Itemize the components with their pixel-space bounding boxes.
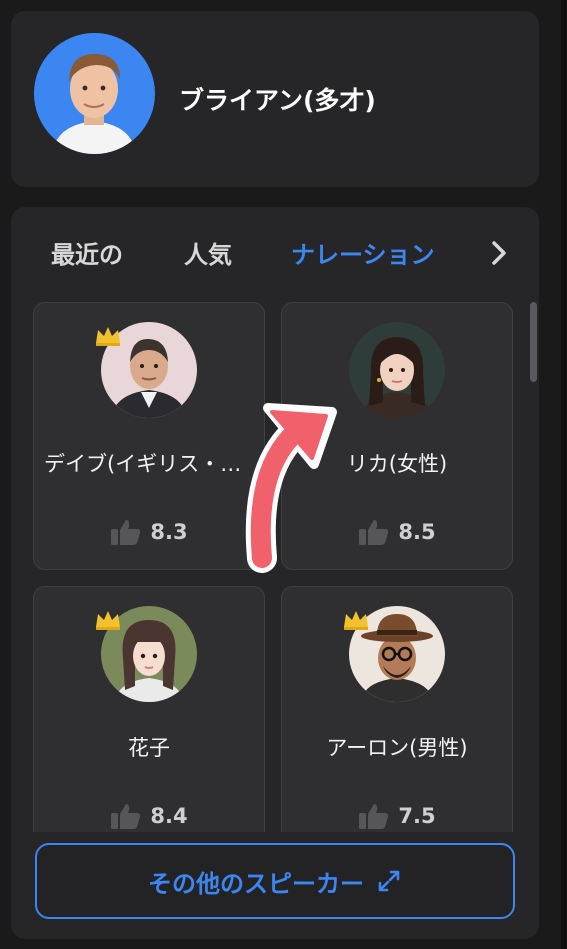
voice-panel: 最近の 人気 ナレーション デイブ(イギリス・エセ 8.3 リカ(女性) 8.5… [11,207,539,939]
selected-speaker-card[interactable]: ブライアン(多才) [11,11,539,187]
thumbs-up-icon [111,804,141,829]
voice-rating: 8.5 [282,518,512,546]
category-tabs: 最近の 人気 ナレーション [11,207,539,293]
voice-rating: 8.4 [34,802,264,830]
expand-icon [378,870,400,892]
thumbs-up-icon [111,520,141,545]
voice-rating: 8.3 [34,518,264,546]
voice-card-hanako[interactable]: 花子 8.4 [33,586,265,832]
voice-name: アーロン(男性) [326,736,468,760]
voice-card-aaron[interactable]: アーロン(男性) 7.5 [281,586,513,832]
chevron-right-icon[interactable] [487,239,511,267]
voice-grid: デイブ(イギリス・エセックス) 8.3 リカ(女性) [11,302,539,832]
voice-card-rika[interactable]: リカ(女性) 8.5 [281,302,513,570]
voice-card-dave[interactable]: デイブ(イギリス・エセックス) 8.3 [33,302,265,570]
young-woman-avatar [349,322,445,418]
rating-value: 8.5 [398,520,436,544]
rating-value: 8.4 [150,804,188,828]
tab-recent[interactable]: 最近の [51,235,123,270]
thumbs-up-icon [359,804,389,829]
window-edge [561,0,567,949]
more-speakers-label: その他のスピーカー [148,869,364,898]
voice-name: 花子 [128,736,170,760]
scrollbar-thumb[interactable] [530,302,537,382]
crown-icon [342,609,370,631]
voice-name: リカ(女性) [346,452,448,476]
thumbs-up-icon [359,520,389,545]
voice-name: デイブ(イギリス・エセックス) [44,452,254,476]
tab-popular[interactable]: 人気 [184,235,232,270]
more-speakers-button[interactable]: その他のスピーカー [35,843,515,919]
crown-icon [94,325,122,347]
speaker-name: ブライアン(多才) [179,86,376,115]
voice-rating: 7.5 [282,802,512,830]
tab-narration[interactable]: ナレーション [291,235,435,270]
crown-icon [94,609,122,631]
rating-value: 8.3 [150,520,188,544]
speaker-avatar [34,33,155,154]
rating-value: 7.5 [398,804,436,828]
